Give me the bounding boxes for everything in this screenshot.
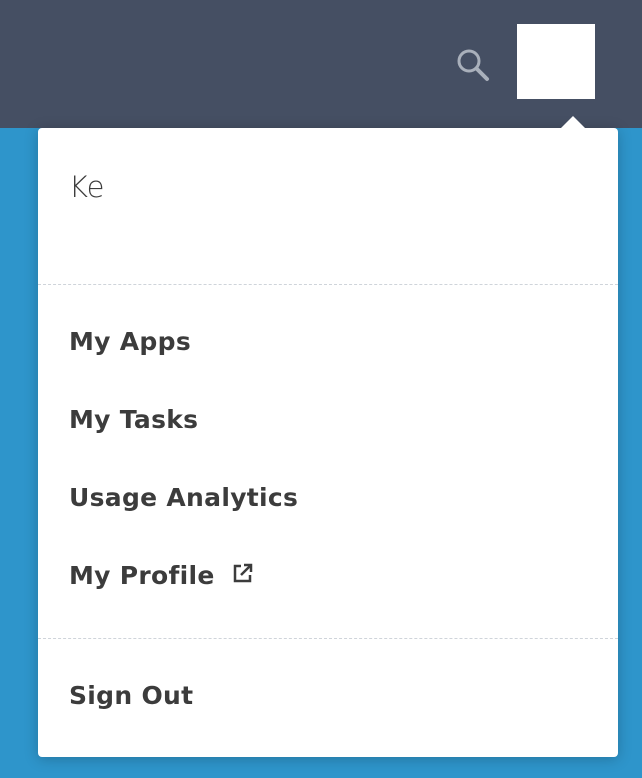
menu-item-my-apps[interactable]: My Apps [69, 327, 191, 356]
top-navigation-bar [0, 0, 642, 128]
user-avatar[interactable] [517, 24, 595, 99]
menu-pointer-arrow [551, 116, 595, 138]
sign-out-button[interactable]: Sign Out [69, 681, 193, 710]
menu-item-my-profile[interactable]: My Profile [69, 561, 254, 590]
menu-divider [38, 638, 618, 639]
menu-item-usage-analytics[interactable]: Usage Analytics [69, 483, 298, 512]
search-icon[interactable] [452, 44, 494, 86]
external-link-icon [232, 561, 254, 590]
user-name: Ke [69, 170, 105, 204]
menu-divider [38, 284, 618, 285]
menu-item-my-tasks[interactable]: My Tasks [69, 405, 198, 434]
user-dropdown-menu: Ke My Apps My Tasks Usage Analytics My P… [38, 116, 618, 757]
app-stage: Ke My Apps My Tasks Usage Analytics My P… [0, 0, 642, 778]
menu-item-label: My Profile [69, 561, 215, 590]
